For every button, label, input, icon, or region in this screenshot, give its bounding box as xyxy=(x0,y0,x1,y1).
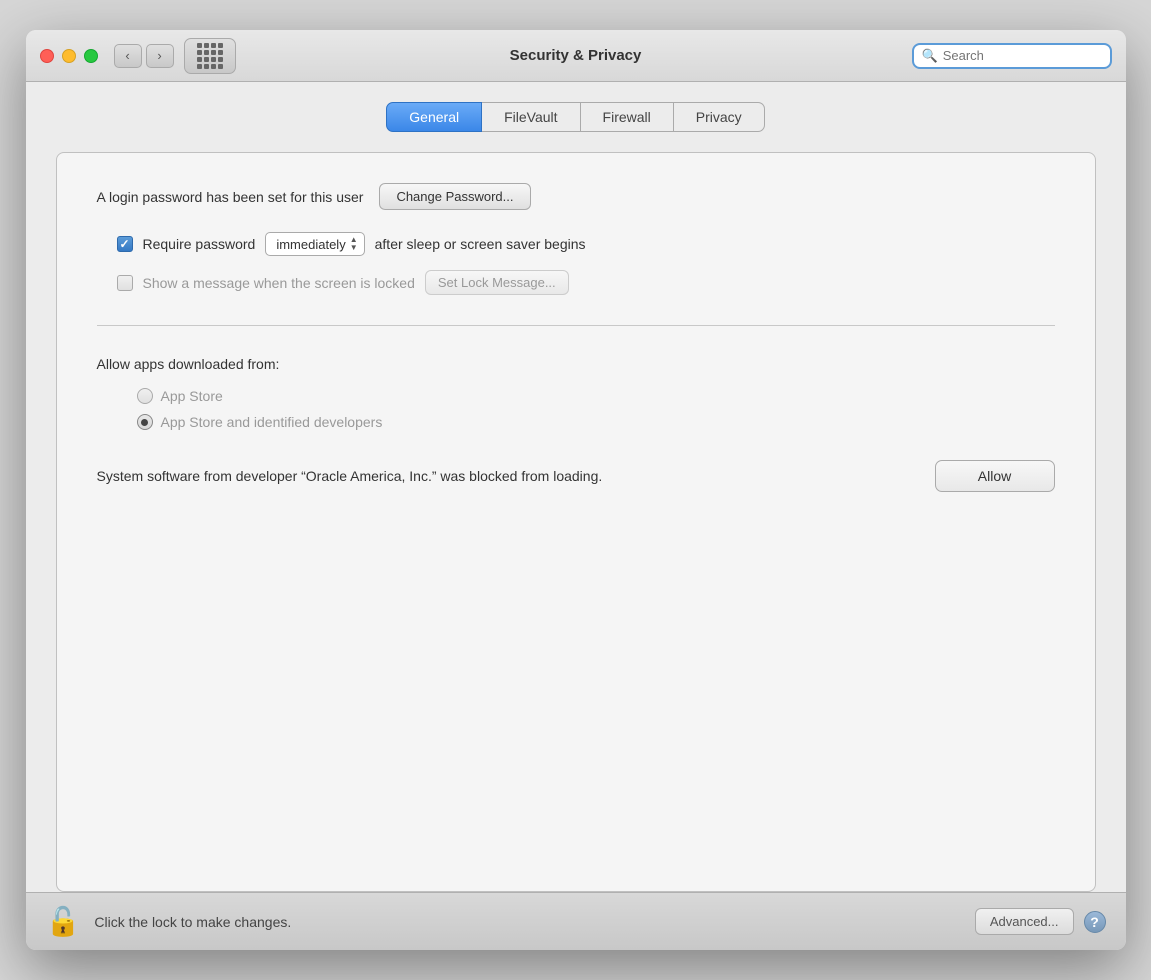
require-password-row: ✓ Require password immediately ▲ ▼ after… xyxy=(117,232,1055,256)
checkbox-checkmark: ✓ xyxy=(119,238,129,250)
grid-icon xyxy=(197,43,223,69)
radio-row-app-store-developers: App Store and identified developers xyxy=(137,414,1055,430)
search-box[interactable]: 🔍 xyxy=(912,43,1112,69)
app-grid-button[interactable] xyxy=(184,38,236,74)
advanced-button[interactable]: Advanced... xyxy=(975,908,1074,935)
back-button[interactable]: ‹ xyxy=(114,44,142,68)
tab-firewall[interactable]: Firewall xyxy=(581,102,674,132)
main-window: ‹ › Security & Privacy 🔍 General FileVau… xyxy=(26,30,1126,950)
tab-filevault[interactable]: FileVault xyxy=(482,102,580,132)
set-lock-message-button: Set Lock Message... xyxy=(425,270,569,295)
titlebar: ‹ › Security & Privacy 🔍 xyxy=(26,30,1126,82)
tab-privacy[interactable]: Privacy xyxy=(674,102,765,132)
section-divider xyxy=(97,325,1055,326)
radio-group-apps: App Store App Store and identified devel… xyxy=(137,388,1055,430)
login-password-row: A login password has been set for this u… xyxy=(97,183,1055,210)
close-button[interactable] xyxy=(40,49,54,63)
help-button[interactable]: ? xyxy=(1084,911,1106,933)
radio-selected-dot xyxy=(141,419,148,426)
forward-button[interactable]: › xyxy=(146,44,174,68)
software-blocked-text: System software from developer “Oracle A… xyxy=(97,466,915,487)
after-sleep-label: after sleep or screen saver begins xyxy=(375,236,586,252)
search-icon: 🔍 xyxy=(922,48,938,64)
immediately-value: immediately xyxy=(276,237,345,252)
content-area: General FileVault Firewall Privacy A log… xyxy=(26,82,1126,892)
lock-message-checkbox[interactable] xyxy=(117,275,133,291)
software-blocked-row: System software from developer “Oracle A… xyxy=(97,460,1055,492)
tab-general[interactable]: General xyxy=(386,102,482,132)
login-password-label: A login password has been set for this u… xyxy=(97,189,364,205)
immediately-dropdown[interactable]: immediately ▲ ▼ xyxy=(265,232,364,256)
settings-panel: A login password has been set for this u… xyxy=(56,152,1096,892)
radio-app-store-label: App Store xyxy=(161,388,223,404)
footer-lock-text: Click the lock to make changes. xyxy=(94,914,291,930)
tab-bar: General FileVault Firewall Privacy xyxy=(56,102,1096,132)
radio-row-app-store: App Store xyxy=(137,388,1055,404)
radio-app-store-developers-label: App Store and identified developers xyxy=(161,414,383,430)
require-password-checkbox[interactable]: ✓ xyxy=(117,236,133,252)
allow-button[interactable]: Allow xyxy=(935,460,1055,492)
footer: 🔓 Click the lock to make changes. Advanc… xyxy=(26,892,1126,950)
change-password-button[interactable]: Change Password... xyxy=(379,183,530,210)
lock-message-row: Show a message when the screen is locked… xyxy=(117,270,1055,295)
maximize-button[interactable] xyxy=(84,49,98,63)
radio-app-store[interactable] xyxy=(137,388,153,404)
radio-app-store-developers[interactable] xyxy=(137,414,153,430)
lock-message-label: Show a message when the screen is locked xyxy=(143,275,415,291)
require-password-label: Require password xyxy=(143,236,256,252)
window-title: Security & Privacy xyxy=(510,47,642,64)
nav-buttons: ‹ › xyxy=(114,44,174,68)
minimize-button[interactable] xyxy=(62,49,76,63)
dropdown-arrows-icon: ▲ ▼ xyxy=(350,236,358,252)
allow-apps-label: Allow apps downloaded from: xyxy=(97,356,1055,372)
search-input[interactable] xyxy=(943,48,1102,63)
lock-icon[interactable]: 🔓 xyxy=(46,905,81,938)
traffic-lights xyxy=(40,49,98,63)
footer-right: Advanced... ? xyxy=(975,908,1106,935)
